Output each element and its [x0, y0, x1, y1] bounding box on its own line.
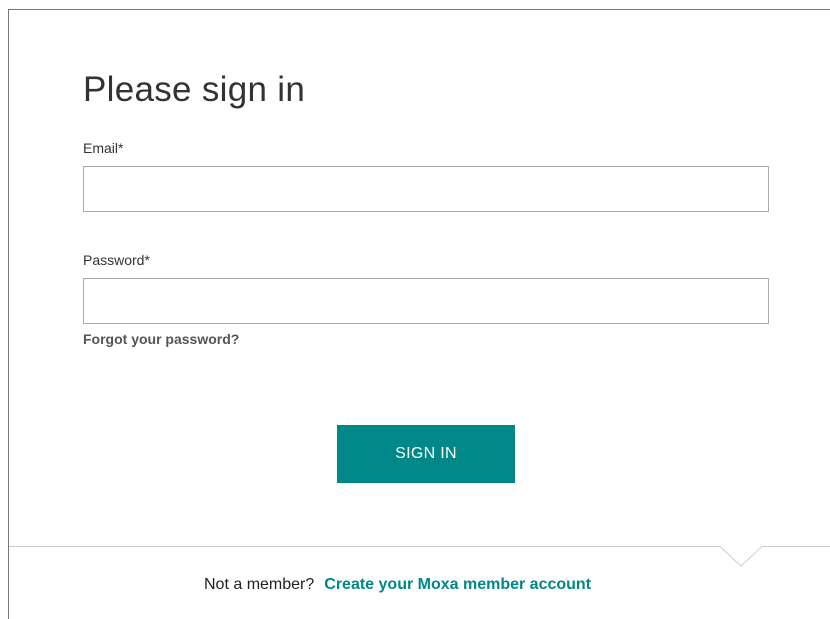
create-account-link[interactable]: Create your Moxa member account [324, 576, 591, 593]
footer-divider [9, 546, 830, 567]
email-field[interactable] [83, 166, 769, 212]
forgot-password-link[interactable]: Forgot your password? [83, 331, 239, 347]
email-label: Email* [83, 140, 124, 156]
not-member-text: Not a member? [204, 576, 315, 593]
password-label: Password* [83, 252, 150, 268]
password-field[interactable] [83, 278, 769, 324]
sign-in-button[interactable]: SIGN IN [337, 425, 515, 483]
page-title: Please sign in [83, 70, 306, 109]
